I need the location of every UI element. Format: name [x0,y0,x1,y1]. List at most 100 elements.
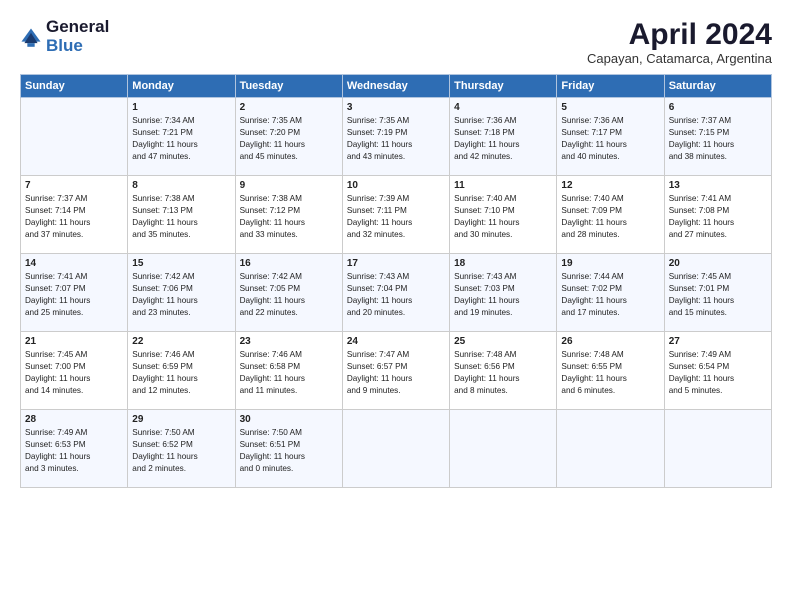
calendar-cell: 5 Sunrise: 7:36 AMSunset: 7:17 PMDaylight… [557,98,664,176]
day-info: Sunrise: 7:46 AMSunset: 6:58 PMDaylight:… [240,349,338,397]
day-info: Sunrise: 7:45 AMSunset: 7:00 PMDaylight:… [25,349,123,397]
day-number: 6 [669,102,767,113]
title-block: April 2024 Capayan, Catamarca, Argentina [587,18,772,66]
logo-text: General Blue [46,18,109,55]
calendar-cell: 17 Sunrise: 7:43 AMSunset: 7:04 PMDayligh… [342,254,449,332]
calendar-cell: 30 Sunrise: 7:50 AMSunset: 6:51 PMDayligh… [235,410,342,488]
day-number: 12 [561,180,659,191]
day-number: 24 [347,336,445,347]
day-number: 19 [561,258,659,269]
location: Capayan, Catamarca, Argentina [587,51,772,66]
day-number: 14 [25,258,123,269]
day-number: 20 [669,258,767,269]
day-info: Sunrise: 7:50 AMSunset: 6:52 PMDaylight:… [132,427,230,475]
day-info: Sunrise: 7:40 AMSunset: 7:10 PMDaylight:… [454,193,552,241]
day-info: Sunrise: 7:43 AMSunset: 7:03 PMDaylight:… [454,271,552,319]
weekday-header: Tuesday [235,75,342,98]
calendar-cell: 10 Sunrise: 7:39 AMSunset: 7:11 PMDayligh… [342,176,449,254]
day-info: Sunrise: 7:38 AMSunset: 7:13 PMDaylight:… [132,193,230,241]
calendar-week-row: 1 Sunrise: 7:34 AMSunset: 7:21 PMDaylight… [21,98,772,176]
month-title: April 2024 [587,18,772,51]
day-number: 29 [132,414,230,425]
calendar-cell: 15 Sunrise: 7:42 AMSunset: 7:06 PMDayligh… [128,254,235,332]
calendar-cell: 7 Sunrise: 7:37 AMSunset: 7:14 PMDaylight… [21,176,128,254]
day-number: 27 [669,336,767,347]
day-info: Sunrise: 7:39 AMSunset: 7:11 PMDaylight:… [347,193,445,241]
day-info: Sunrise: 7:42 AMSunset: 7:05 PMDaylight:… [240,271,338,319]
calendar-cell: 21 Sunrise: 7:45 AMSunset: 7:00 PMDayligh… [21,332,128,410]
day-info: Sunrise: 7:47 AMSunset: 6:57 PMDaylight:… [347,349,445,397]
calendar-cell [664,410,771,488]
calendar-cell [342,410,449,488]
day-number: 16 [240,258,338,269]
day-info: Sunrise: 7:46 AMSunset: 6:59 PMDaylight:… [132,349,230,397]
day-info: Sunrise: 7:36 AMSunset: 7:17 PMDaylight:… [561,115,659,163]
weekday-header: Wednesday [342,75,449,98]
calendar-cell: 29 Sunrise: 7:50 AMSunset: 6:52 PMDayligh… [128,410,235,488]
weekday-header: Sunday [21,75,128,98]
day-info: Sunrise: 7:38 AMSunset: 7:12 PMDaylight:… [240,193,338,241]
calendar-cell [557,410,664,488]
day-info: Sunrise: 7:48 AMSunset: 6:55 PMDaylight:… [561,349,659,397]
day-number: 9 [240,180,338,191]
calendar-cell: 9 Sunrise: 7:38 AMSunset: 7:12 PMDaylight… [235,176,342,254]
day-info: Sunrise: 7:50 AMSunset: 6:51 PMDaylight:… [240,427,338,475]
day-info: Sunrise: 7:37 AMSunset: 7:15 PMDaylight:… [669,115,767,163]
weekday-header: Thursday [450,75,557,98]
day-number: 15 [132,258,230,269]
weekday-header: Saturday [664,75,771,98]
weekday-header: Monday [128,75,235,98]
day-number: 10 [347,180,445,191]
day-number: 1 [132,102,230,113]
day-info: Sunrise: 7:42 AMSunset: 7:06 PMDaylight:… [132,271,230,319]
day-info: Sunrise: 7:35 AMSunset: 7:19 PMDaylight:… [347,115,445,163]
day-info: Sunrise: 7:48 AMSunset: 6:56 PMDaylight:… [454,349,552,397]
logo-blue: Blue [46,37,109,56]
logo-general: General [46,18,109,37]
day-number: 5 [561,102,659,113]
calendar-cell: 18 Sunrise: 7:43 AMSunset: 7:03 PMDayligh… [450,254,557,332]
calendar-cell: 14Sunrise: 7:41 AMSunset: 7:07 PMDayligh… [21,254,128,332]
day-number: 18 [454,258,552,269]
day-info: Sunrise: 7:37 AMSunset: 7:14 PMDaylight:… [25,193,123,241]
weekday-header: Friday [557,75,664,98]
calendar-cell: 8Sunrise: 7:38 AMSunset: 7:13 PMDaylight… [128,176,235,254]
day-number: 17 [347,258,445,269]
day-number: 3 [347,102,445,113]
header: General Blue April 2024 Capayan, Catamar… [20,18,772,66]
logo-icon [20,27,42,49]
day-info: Sunrise: 7:49 AMSunset: 6:54 PMDaylight:… [669,349,767,397]
day-number: 11 [454,180,552,191]
calendar-cell: 19 Sunrise: 7:44 AMSunset: 7:02 PMDayligh… [557,254,664,332]
calendar-cell: 1 Sunrise: 7:34 AMSunset: 7:21 PMDaylight… [128,98,235,176]
day-number: 22 [132,336,230,347]
page: General Blue April 2024 Capayan, Catamar… [0,0,792,612]
calendar-cell: 23Sunrise: 7:46 AMSunset: 6:58 PMDayligh… [235,332,342,410]
day-number: 26 [561,336,659,347]
day-info: Sunrise: 7:44 AMSunset: 7:02 PMDaylight:… [561,271,659,319]
day-info: Sunrise: 7:45 AMSunset: 7:01 PMDaylight:… [669,271,767,319]
calendar-cell: 2 Sunrise: 7:35 AMSunset: 7:20 PMDaylight… [235,98,342,176]
logo: General Blue [20,18,109,55]
day-info: Sunrise: 7:49 AMSunset: 6:53 PMDaylight:… [25,427,123,475]
day-number: 30 [240,414,338,425]
calendar-cell: 28 Sunrise: 7:49 AMSunset: 6:53 PMDayligh… [21,410,128,488]
calendar-cell: 11 Sunrise: 7:40 AMSunset: 7:10 PMDayligh… [450,176,557,254]
calendar-cell: 20 Sunrise: 7:45 AMSunset: 7:01 PMDayligh… [664,254,771,332]
calendar-cell: 26 Sunrise: 7:48 AMSunset: 6:55 PMDayligh… [557,332,664,410]
calendar-cell: 3 Sunrise: 7:35 AMSunset: 7:19 PMDaylight… [342,98,449,176]
calendar-cell [450,410,557,488]
day-number: 7 [25,180,123,191]
calendar-cell: 6 Sunrise: 7:37 AMSunset: 7:15 PMDaylight… [664,98,771,176]
day-number: 28 [25,414,123,425]
calendar-cell: 4Sunrise: 7:36 AMSunset: 7:18 PMDaylight… [450,98,557,176]
calendar-cell: 13Sunrise: 7:41 AMSunset: 7:08 PMDayligh… [664,176,771,254]
header-row: SundayMondayTuesdayWednesdayThursdayFrid… [21,75,772,98]
day-number: 21 [25,336,123,347]
day-info: Sunrise: 7:34 AMSunset: 7:21 PMDaylight:… [132,115,230,163]
day-info: Sunrise: 7:43 AMSunset: 7:04 PMDaylight:… [347,271,445,319]
day-number: 2 [240,102,338,113]
calendar-cell: 22 Sunrise: 7:46 AMSunset: 6:59 PMDayligh… [128,332,235,410]
day-info: Sunrise: 7:35 AMSunset: 7:20 PMDaylight:… [240,115,338,163]
day-info: Sunrise: 7:40 AMSunset: 7:09 PMDaylight:… [561,193,659,241]
